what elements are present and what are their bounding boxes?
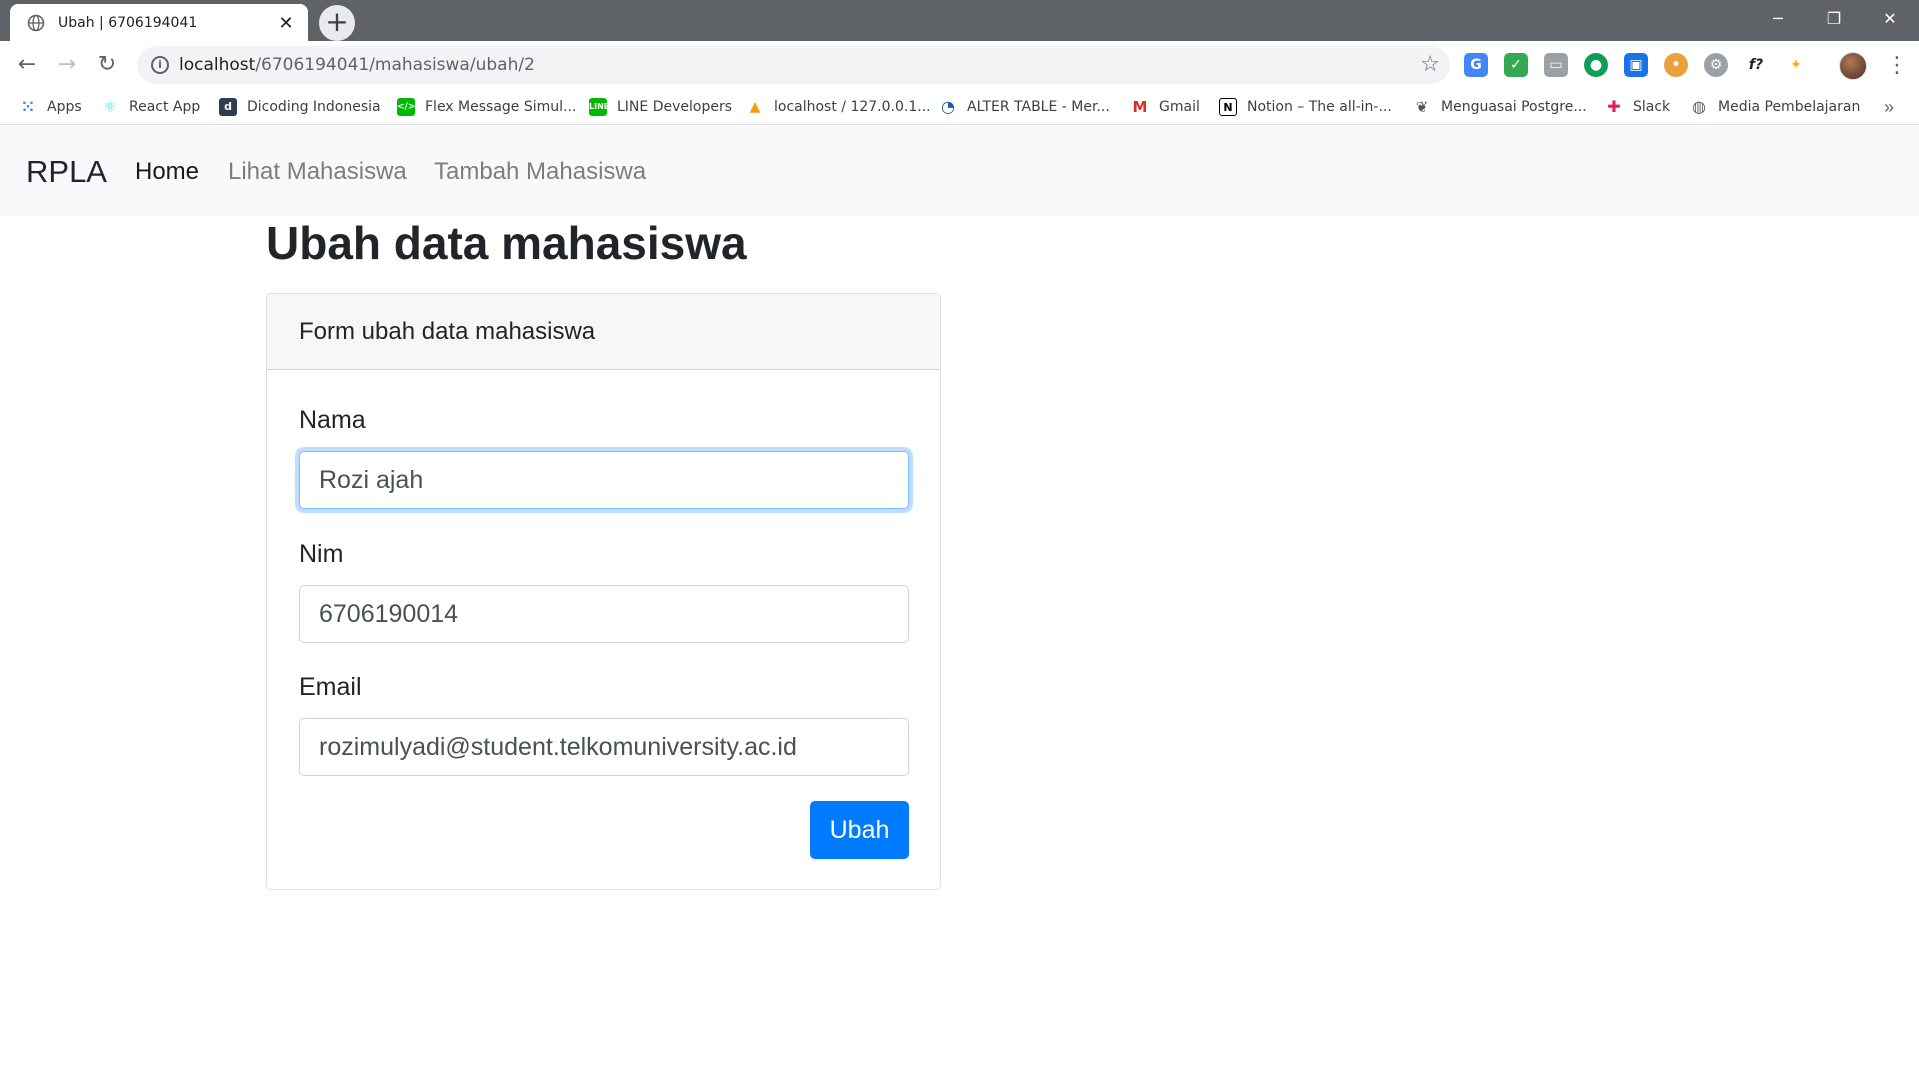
bookmark-label: ALTER TABLE - Mer... [967, 99, 1110, 115]
page-title: Ubah data mahasiswa [266, 217, 747, 269]
email-label: Email [299, 673, 362, 701]
window-close-icon[interactable]: ✕ [1862, 0, 1918, 38]
bookmark-dicoding[interactable]: d Dicoding Indonesia [219, 95, 381, 119]
react-icon: ⚛ [102, 97, 118, 116]
bookmark-slack[interactable]: ✚ Slack [1605, 95, 1670, 119]
edit-form-card: Form ubah data mahasiswa Nama Nim Email … [266, 293, 941, 890]
screen-extension-icon[interactable]: ▣ [1624, 53, 1648, 77]
leaf-icon: ❦ [1415, 98, 1429, 116]
tab-title: Ubah | 6706194041 [58, 14, 198, 31]
card-header: Form ubah data mahasiswa [267, 294, 940, 370]
cookie-icon[interactable]: • [1664, 53, 1688, 77]
bookmark-label: localhost / 127.0.0.1... [774, 99, 931, 115]
nim-input[interactable] [299, 585, 909, 643]
restore-icon[interactable]: ❐ [1806, 0, 1862, 38]
code-icon: </> [397, 98, 415, 116]
site-navbar: RPLA Home Lihat Mahasiswa Tambah Mahasis… [0, 126, 1919, 216]
cast-icon[interactable]: ▭ [1544, 53, 1568, 77]
bookmark-label: Apps [47, 99, 82, 115]
info-icon[interactable]: i [151, 56, 169, 74]
dicoding-icon: d [219, 98, 237, 116]
new-tab-button[interactable]: + [319, 5, 355, 41]
chevron-more-icon[interactable]: » [1884, 95, 1894, 119]
browser-tabbar: Ubah | 6706194041 ✕ + ─ ❐ ✕ [0, 0, 1919, 41]
nama-input[interactable] [299, 451, 909, 509]
nav-link-home[interactable]: Home [135, 158, 199, 186]
bookmark-label: Menguasai Postgre... [1441, 99, 1587, 115]
bookmark-react-app[interactable]: ⚛ React App [101, 95, 200, 119]
address-bar[interactable]: i localhost/6706194041/mahasiswa/ubah/2 … [137, 46, 1450, 84]
bookmark-gmail[interactable]: M Gmail [1131, 95, 1200, 119]
reload-icon[interactable]: ↻ [91, 49, 123, 81]
close-icon[interactable]: ✕ [276, 13, 296, 33]
nav-link-lihat-mahasiswa[interactable]: Lihat Mahasiswa [228, 158, 407, 186]
nav-link-tambah-mahasiswa[interactable]: Tambah Mahasiswa [434, 158, 646, 186]
bookmark-postgre[interactable]: ❦ Menguasai Postgre... [1413, 95, 1587, 119]
bookmark-star-icon[interactable]: ☆ [1420, 51, 1440, 77]
slack-icon: ✚ [1607, 97, 1621, 116]
bookmark-line-developers[interactable]: LINE LINE Developers [589, 95, 732, 119]
globe-icon [26, 13, 46, 33]
nim-label: Nim [299, 540, 344, 568]
more-vertical-icon[interactable]: ⋮ [1886, 51, 1908, 79]
bookmark-label: Gmail [1159, 99, 1200, 115]
line-icon: LINE [589, 98, 609, 116]
url-text: localhost/6706194041/mahasiswa/ubah/2 [179, 55, 535, 75]
globe-extension-icon[interactable]: ● [1584, 53, 1608, 77]
notion-icon: N [1219, 98, 1237, 116]
bookmark-localhost[interactable]: ▲ localhost / 127.0.0.1... [746, 95, 931, 119]
bookmark-flex-message[interactable]: </> Flex Message Simul... [397, 95, 576, 119]
email-input[interactable] [299, 718, 909, 776]
bookmark-label: Notion – The all-in-... [1247, 99, 1392, 115]
phpmyadmin-icon: ▲ [749, 99, 761, 115]
settings-gear-icon[interactable]: ⚙ [1704, 53, 1728, 77]
bookmark-alter-table[interactable]: ◔ ALTER TABLE - Mer... [939, 95, 1110, 119]
bookmark-label: React App [129, 99, 201, 115]
back-arrow-icon[interactable]: ← [11, 49, 43, 81]
bookmark-label: LINE Developers [617, 99, 732, 115]
browser-tab[interactable]: Ubah | 6706194041 ✕ [10, 4, 308, 41]
bookmark-label: Slack [1633, 99, 1671, 115]
minimize-icon[interactable]: ─ [1750, 0, 1806, 38]
site-icon: ◔ [941, 97, 955, 116]
bookmark-label: Media Pembelajaran [1718, 99, 1861, 115]
nama-label: Nama [299, 406, 366, 434]
extension-icon[interactable]: ✓ [1504, 53, 1528, 77]
browser-toolbar: ← → ↻ i localhost/6706194041/mahasiswa/u… [0, 41, 1919, 89]
pinwheel-icon[interactable]: ✦ [1784, 53, 1808, 77]
ubah-submit-button[interactable]: Ubah [810, 801, 909, 859]
translate-icon[interactable]: G [1464, 53, 1488, 77]
apps-grid-icon: ⁙ [21, 97, 35, 116]
font-extension-icon[interactable]: f? [1744, 53, 1768, 77]
navbar-brand[interactable]: RPLA [26, 154, 107, 190]
bookmark-label: Dicoding Indonesia [247, 99, 381, 115]
gmail-icon: M [1132, 98, 1148, 116]
bookmarks-bar: ⁙ Apps ⚛ React App d Dicoding Indonesia … [0, 89, 1919, 125]
forward-arrow-icon[interactable]: → [51, 49, 83, 81]
globe-icon: ◍ [1692, 97, 1706, 116]
bookmark-notion[interactable]: N Notion – The all-in-... [1219, 95, 1392, 119]
bookmark-apps[interactable]: ⁙ Apps [19, 95, 82, 119]
bookmark-label: Flex Message Simul... [425, 99, 577, 115]
profile-avatar[interactable] [1839, 52, 1867, 80]
bookmark-media-pembelajaran[interactable]: ◍ Media Pembelajaran [1690, 95, 1860, 119]
card-header-title: Form ubah data mahasiswa [299, 318, 596, 345]
